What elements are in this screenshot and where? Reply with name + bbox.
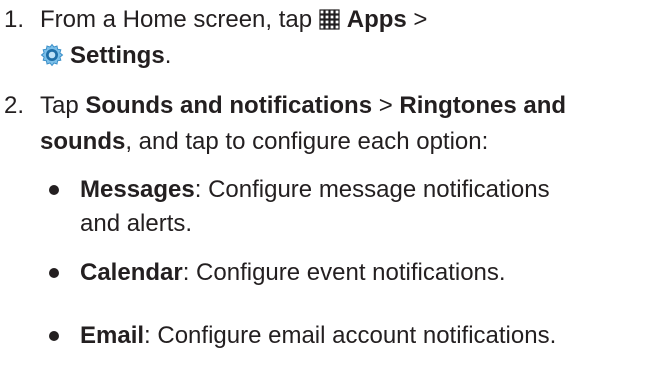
step-text: , and tap to configure each option: [125,128,489,155]
apps-label: Apps [346,6,407,33]
bullet-term: Messages [80,176,195,203]
bullet-line-2: and alerts. [80,210,192,238]
bullet-dot [49,268,59,278]
ringtones-and-sounds-label-cont: sounds [40,128,126,155]
bullet-line-1: Messages: Configure message notification… [80,176,550,204]
step-1-line-1: From a Home screen, tap Apps > [40,6,427,34]
step-2-line-1: Tap Sounds and notifications > Ringtones… [40,92,566,120]
step-text: . [164,42,172,69]
step-number: 2. [4,92,25,119]
step-number: 1. [4,6,25,33]
bullet-line-1: Calendar: Configure event notifications. [80,259,506,287]
step-text: Tap [40,92,86,119]
bullet-dot [49,331,59,341]
bullet-dot [49,185,59,195]
apps-grid-icon [319,9,341,38]
settings-label: Settings [70,42,165,69]
bullet-term: Email [80,322,145,349]
ringtones-and-sounds-label: Ringtones and [399,92,567,119]
bullet-line-1: Email: Configure email account notificat… [80,322,556,350]
bullet-desc: and alerts. [80,210,193,237]
bullet-term: Calendar [80,259,183,286]
settings-gear-icon [40,43,64,74]
step-text: > [406,6,428,33]
bullet-desc: : Configure message notifications [194,176,550,203]
step-text: > [372,92,400,119]
step-text: From a Home screen, tap [40,6,319,33]
step-2-line-2: sounds, and tap to configure each option… [40,128,488,156]
instruction-page: 1. From a Home screen, tap Apps > Settin… [0,0,668,369]
step-1-line-2: Settings. [40,42,171,70]
sounds-and-notifications-label: Sounds and notifications [85,92,373,119]
bullet-desc: : Configure email account notifications. [144,322,557,349]
bullet-desc: : Configure event notifications. [182,259,506,286]
